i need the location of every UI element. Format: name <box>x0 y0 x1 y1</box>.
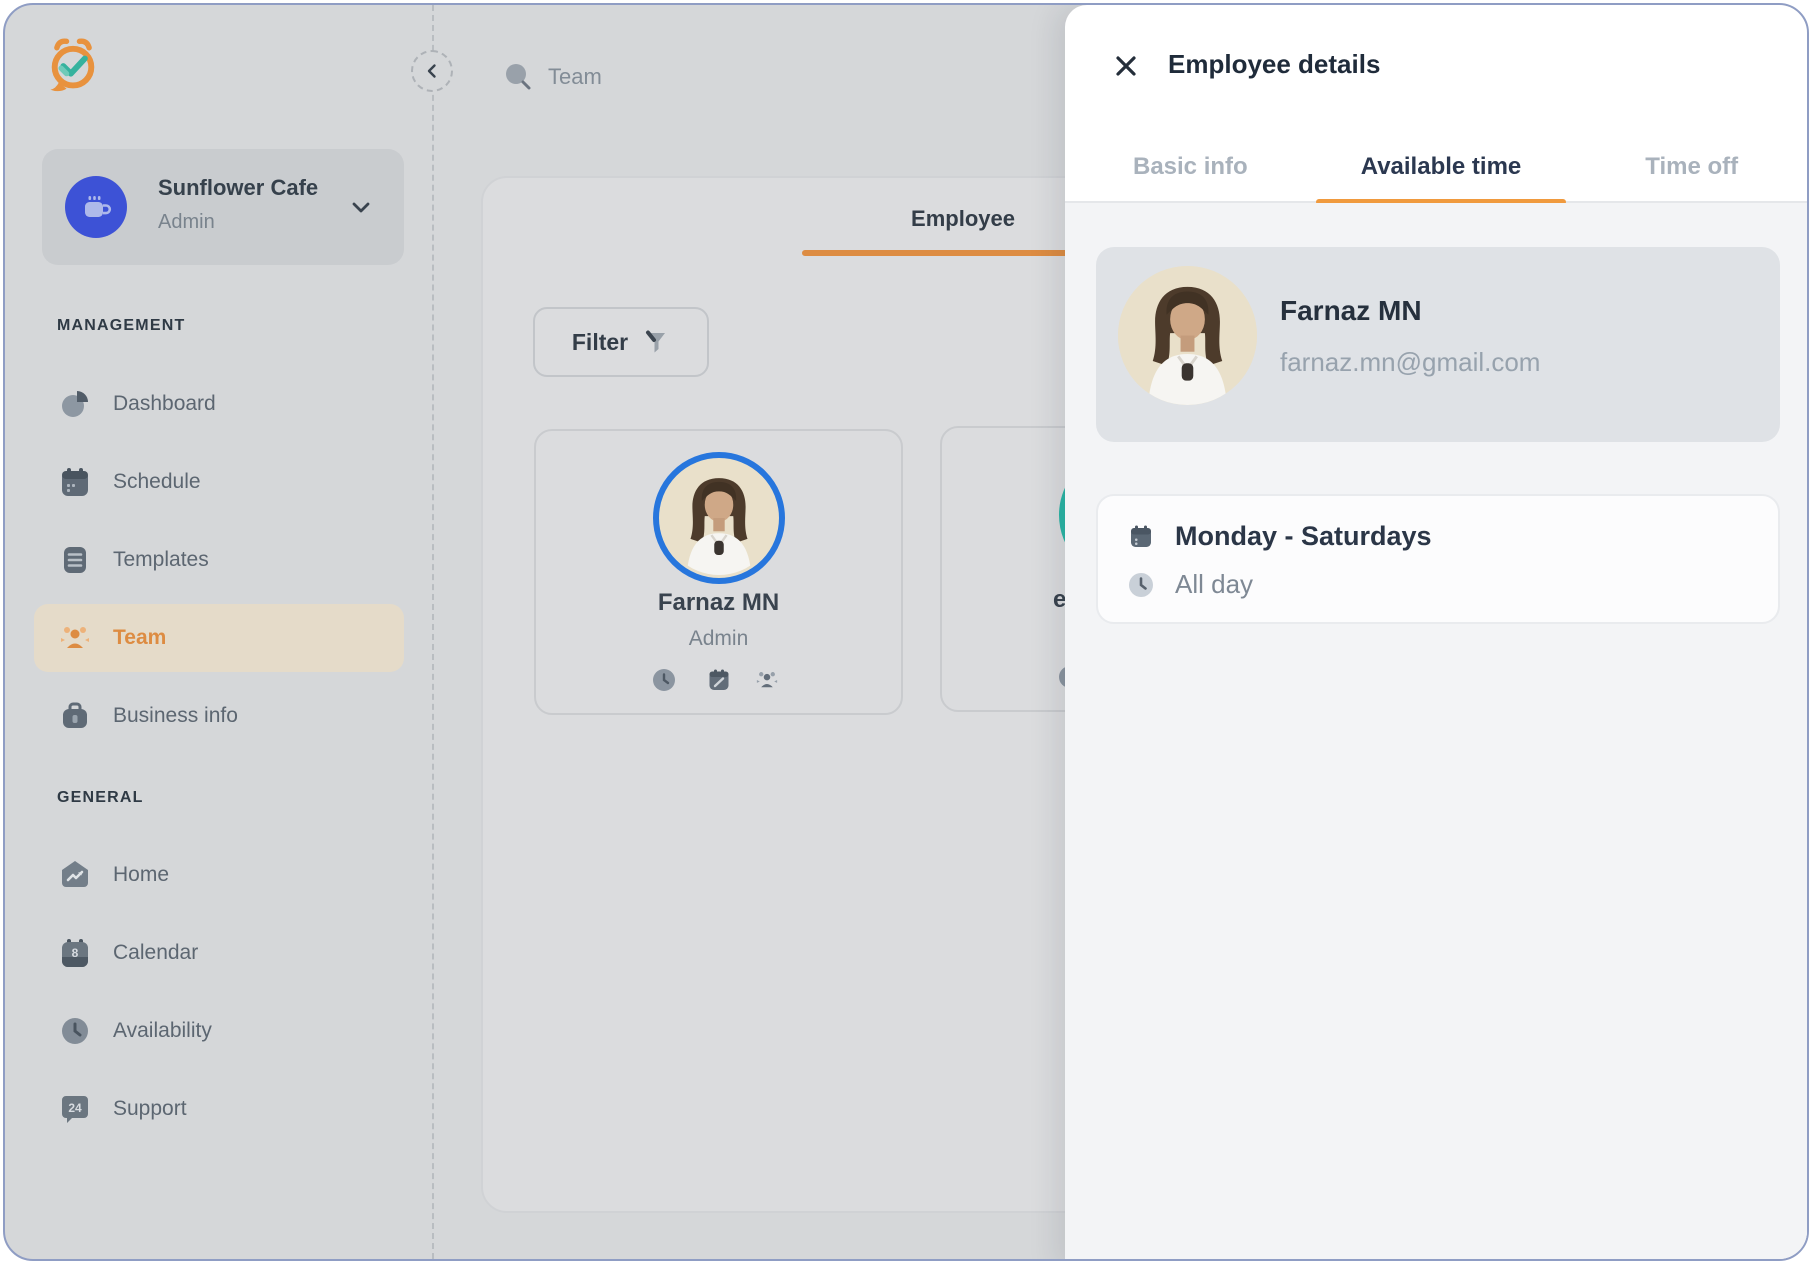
app-window: Sunflower Cafe Admin MANAGEMENT Dashboar… <box>3 3 1809 1261</box>
team-icon <box>57 620 93 656</box>
sidebar-item-business-info[interactable]: Business info <box>34 682 404 750</box>
employee-details-panel: Employee details Basic info Available ti… <box>1065 5 1809 1261</box>
workspace-selector[interactable]: Sunflower Cafe Admin <box>42 149 404 265</box>
availability-card: Monday - Saturdays All day <box>1096 494 1780 624</box>
chevron-left-icon <box>423 62 441 80</box>
sidebar-item-schedule[interactable]: Schedule <box>34 448 404 516</box>
filter-button-label: Filter <box>572 329 628 356</box>
sidebar-item-team[interactable]: Team <box>34 604 404 672</box>
funnel-icon <box>642 328 670 356</box>
calendar-icon <box>57 464 93 500</box>
sidebar-item-label: Support <box>113 1097 187 1121</box>
app-logo-icon <box>45 37 101 93</box>
clock-icon <box>57 1013 93 1049</box>
support-24-icon: 24 <box>57 1091 93 1127</box>
close-icon[interactable] <box>1111 51 1141 81</box>
sidebar-item-label: Calendar <box>113 941 198 965</box>
sidebar-divider <box>432 5 434 1259</box>
availability-clock-icon[interactable] <box>651 667 677 693</box>
collapse-sidebar-button[interactable] <box>411 50 453 92</box>
sidebar-item-support[interactable]: 24 Support <box>34 1075 404 1143</box>
section-label-management: MANAGEMENT <box>57 317 185 335</box>
sidebar-item-templates[interactable]: Templates <box>34 526 404 594</box>
sidebar-item-home[interactable]: Home <box>34 841 404 909</box>
availability-time: All day <box>1175 569 1253 600</box>
sidebar-item-label: Availability <box>113 1019 212 1043</box>
employee-card[interactable]: Farnaz MN Admin <box>534 429 903 715</box>
sidebar-item-label: Team <box>113 626 166 650</box>
employee-name: Farnaz MN <box>1280 295 1422 327</box>
svg-text:8: 8 <box>72 946 79 960</box>
filter-button[interactable]: Filter <box>533 307 709 377</box>
panel-tabs: Basic info Available time Time off <box>1065 133 1809 203</box>
availability-days: Monday - Saturdays <box>1175 521 1432 552</box>
sidebar-item-calendar[interactable]: 8 Calendar <box>34 919 404 987</box>
tab-available-time[interactable]: Available time <box>1316 133 1567 201</box>
sidebar-item-availability[interactable]: Availability <box>34 997 404 1065</box>
calendar-small-icon <box>1127 523 1155 551</box>
employee-summary-card: Farnaz MN farnaz.mn@gmail.com <box>1096 247 1780 442</box>
workspace-name: Sunflower Cafe <box>158 175 318 201</box>
employee-avatar <box>653 452 785 584</box>
tab-time-off[interactable]: Time off <box>1566 133 1809 201</box>
panel-title: Employee details <box>1168 49 1380 80</box>
chevron-down-icon <box>350 197 372 219</box>
sidebar-item-label: Business info <box>113 704 238 728</box>
search-icon <box>502 61 534 93</box>
clock-small-icon <box>1127 571 1155 599</box>
tab-employee[interactable]: Employee <box>823 206 1103 232</box>
tab-basic-info[interactable]: Basic info <box>1065 133 1316 201</box>
coffee-cup-icon <box>78 189 114 225</box>
sidebar-item-dashboard[interactable]: Dashboard <box>34 370 404 438</box>
home-icon <box>57 857 93 893</box>
availability-time-row: All day <box>1127 569 1253 600</box>
employee-role: Admin <box>536 627 901 651</box>
employee-email: farnaz.mn@gmail.com <box>1280 347 1540 378</box>
briefcase-icon <box>57 698 93 734</box>
section-label-general: GENERAL <box>57 789 144 807</box>
screenshot: Sunflower Cafe Admin MANAGEMENT Dashboar… <box>0 0 1812 1264</box>
sidebar-item-label: Templates <box>113 548 209 572</box>
sidebar-item-label: Dashboard <box>113 392 216 416</box>
availability-days-row: Monday - Saturdays <box>1127 521 1432 552</box>
workspace-role: Admin <box>158 211 215 234</box>
calendar-date-icon: 8 <box>57 935 93 971</box>
sidebar: Sunflower Cafe Admin MANAGEMENT Dashboar… <box>5 5 432 1259</box>
dashboard-icon <box>57 386 93 422</box>
employee-name: Farnaz MN <box>536 589 901 617</box>
breadcrumb: Team <box>502 61 602 93</box>
sidebar-item-label: Schedule <box>113 470 201 494</box>
edit-schedule-icon[interactable] <box>706 667 732 693</box>
svg-text:24: 24 <box>68 1101 82 1115</box>
employee-quick-actions <box>536 667 901 697</box>
employee-photo <box>1118 266 1257 405</box>
team-members-icon[interactable] <box>754 667 780 693</box>
page-title: Team <box>548 64 602 90</box>
sidebar-item-label: Home <box>113 863 169 887</box>
panel-content: Farnaz MN farnaz.mn@gmail.com Monday - S… <box>1065 203 1809 1261</box>
workspace-avatar <box>65 176 127 238</box>
notes-icon <box>57 542 93 578</box>
